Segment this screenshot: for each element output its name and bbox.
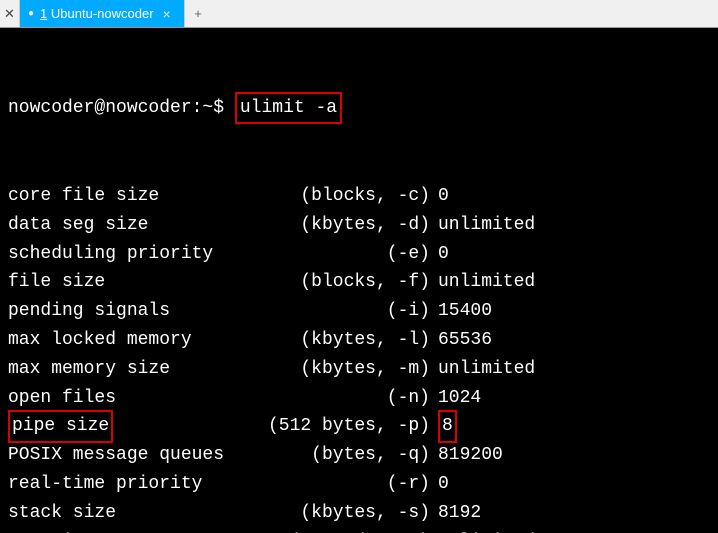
limit-value: 819200 xyxy=(430,441,503,470)
close-all-tabs-button[interactable]: ✕ xyxy=(0,0,20,27)
limit-row: POSIX message queues(bytes, -q)819200 xyxy=(8,441,710,470)
limit-value: 65536 xyxy=(430,326,492,355)
limit-spec: (blocks, -c) xyxy=(252,182,430,211)
tab-status-dot-icon: ● xyxy=(28,8,34,19)
limit-row: pipe size(512 bytes, -p)8 xyxy=(8,412,710,441)
limit-row: cpu time(seconds, -t)unlimited xyxy=(8,528,710,533)
tab-label: 1 Ubuntu-nowcoder xyxy=(40,6,153,21)
limit-spec: (bytes, -q) xyxy=(252,441,430,470)
limit-name: cpu time xyxy=(8,528,252,533)
limit-spec: (kbytes, -l) xyxy=(252,326,430,355)
limit-name: pending signals xyxy=(8,297,252,326)
limit-row: max locked memory(kbytes, -l)65536 xyxy=(8,326,710,355)
limit-row: file size(blocks, -f)unlimited xyxy=(8,268,710,297)
limit-spec: (-r) xyxy=(252,470,430,499)
tab-ubuntu-nowcoder[interactable]: ● 1 Ubuntu-nowcoder × xyxy=(20,0,184,27)
limit-row: open files(-n)1024 xyxy=(8,384,710,413)
limit-name: pipe size xyxy=(8,412,252,441)
new-tab-button[interactable]: + xyxy=(184,0,212,27)
ulimit-output: core file size(blocks, -c)0data seg size… xyxy=(8,182,710,533)
limit-value: 8 xyxy=(430,412,457,441)
limit-name: scheduling priority xyxy=(8,240,252,269)
limit-name: data seg size xyxy=(8,211,252,240)
limit-value: unlimited xyxy=(430,268,535,297)
limit-value: 1024 xyxy=(430,384,481,413)
limit-spec: (kbytes, -m) xyxy=(252,355,430,384)
limit-name: max locked memory xyxy=(8,326,252,355)
prompt-text: nowcoder@nowcoder:~$ xyxy=(8,94,224,123)
limit-spec: (512 bytes, -p) xyxy=(252,412,430,441)
limit-spec: (-e) xyxy=(252,240,430,269)
limit-spec: (kbytes, -d) xyxy=(252,211,430,240)
limit-value: unlimited xyxy=(430,528,535,533)
limit-name: file size xyxy=(8,268,252,297)
close-icon: ✕ xyxy=(4,6,15,22)
command-highlight: ulimit -a xyxy=(235,92,342,125)
limit-row: core file size(blocks, -c)0 xyxy=(8,182,710,211)
limit-row: max memory size(kbytes, -m)unlimited xyxy=(8,355,710,384)
limit-value: 0 xyxy=(430,240,449,269)
limit-value: 0 xyxy=(430,470,449,499)
limit-spec: (seconds, -t) xyxy=(252,528,430,533)
plus-icon: + xyxy=(194,6,202,21)
tab-close-button[interactable]: × xyxy=(160,6,174,22)
limit-spec: (-n) xyxy=(252,384,430,413)
limit-name: stack size xyxy=(8,499,252,528)
limit-value: unlimited xyxy=(430,211,535,240)
limit-row: pending signals(-i)15400 xyxy=(8,297,710,326)
limit-value: 15400 xyxy=(430,297,492,326)
limit-name: open files xyxy=(8,384,252,413)
limit-name: real-time priority xyxy=(8,470,252,499)
limit-value: unlimited xyxy=(430,355,535,384)
limit-name: max memory size xyxy=(8,355,252,384)
limit-name: POSIX message queues xyxy=(8,441,252,470)
limit-value: 0 xyxy=(430,182,449,211)
limit-spec: (-i) xyxy=(252,297,430,326)
limit-name: core file size xyxy=(8,182,252,211)
limit-row: stack size(kbytes, -s)8192 xyxy=(8,499,710,528)
limit-row: data seg size(kbytes, -d)unlimited xyxy=(8,211,710,240)
limit-row: real-time priority(-r)0 xyxy=(8,470,710,499)
limit-value: 8192 xyxy=(430,499,481,528)
prompt-line: nowcoder@nowcoder:~$ ulimit -a xyxy=(8,92,710,125)
limit-row: scheduling priority(-e)0 xyxy=(8,240,710,269)
tab-bar: ✕ ● 1 Ubuntu-nowcoder × + xyxy=(0,0,718,28)
limit-spec: (kbytes, -s) xyxy=(252,499,430,528)
terminal-output[interactable]: nowcoder@nowcoder:~$ ulimit -a core file… xyxy=(0,28,718,533)
limit-spec: (blocks, -f) xyxy=(252,268,430,297)
